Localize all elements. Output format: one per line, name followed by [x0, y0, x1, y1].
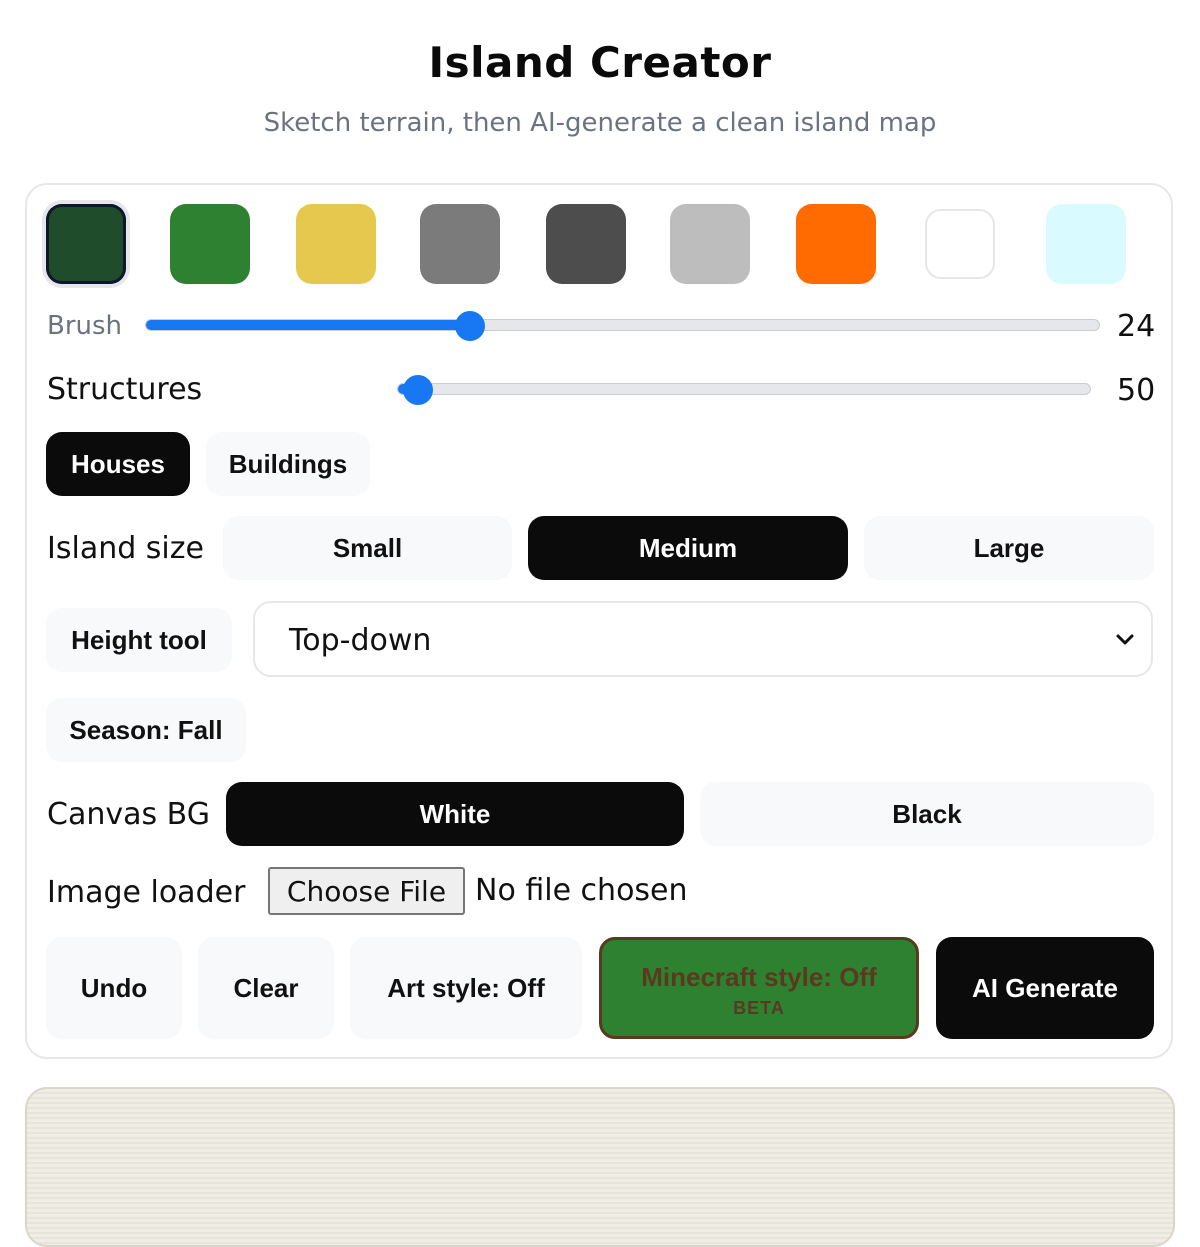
minecraft-style-label: Minecraft style: Off — [641, 962, 877, 992]
color-swatch-green[interactable] — [170, 204, 250, 284]
structures-label: Structures — [47, 372, 203, 407]
color-swatch-white[interactable] — [925, 209, 995, 279]
color-swatch-yellow[interactable] — [296, 204, 376, 284]
art-style-button[interactable]: Art style: Off — [350, 937, 582, 1039]
island-size-label: Island size — [47, 531, 204, 566]
drawing-canvas[interactable] — [25, 1087, 1175, 1247]
size-large-button[interactable]: Large — [864, 516, 1154, 580]
brush-label: Brush — [47, 311, 123, 341]
brush-slider[interactable] — [145, 319, 1100, 331]
view-mode-value: Top-down — [289, 623, 432, 658]
structures-value: 50 — [1117, 373, 1156, 408]
choose-file-button[interactable]: Choose File — [268, 867, 465, 915]
clear-button[interactable]: Clear — [198, 937, 334, 1039]
page-subtitle: Sketch terrain, then AI-generate a clean… — [263, 108, 937, 138]
canvas-bg-black-button[interactable]: Black — [700, 782, 1154, 846]
size-small-button[interactable]: Small — [223, 516, 512, 580]
color-swatch-dark-gray[interactable] — [546, 204, 626, 284]
height-tool-button[interactable]: Height tool — [46, 608, 232, 672]
season-button[interactable]: Season: Fall — [46, 698, 246, 762]
image-loader-label: Image loader — [47, 875, 246, 910]
houses-button[interactable]: Houses — [46, 432, 190, 496]
color-swatch-gray[interactable] — [420, 204, 500, 284]
brush-slider-fill — [146, 320, 471, 330]
view-mode-select[interactable]: Top-down — [253, 601, 1153, 677]
structures-slider[interactable] — [397, 383, 1091, 395]
beta-badge: BETA — [733, 998, 785, 1018]
size-medium-button[interactable]: Medium — [528, 516, 848, 580]
canvas-bg-white-button[interactable]: White — [226, 782, 684, 846]
chevron-down-icon — [1116, 634, 1134, 645]
color-swatch-light-cyan[interactable] — [1046, 204, 1126, 284]
brush-slider-thumb[interactable] — [454, 311, 485, 341]
buildings-button[interactable]: Buildings — [206, 432, 370, 496]
ai-generate-button[interactable]: AI Generate — [936, 937, 1154, 1039]
canvas-bg-label: Canvas BG — [47, 797, 210, 832]
page-title: Island Creator — [428, 38, 772, 87]
minecraft-style-button[interactable]: Minecraft style: Off BETA — [599, 937, 919, 1039]
brush-value: 24 — [1117, 309, 1156, 344]
color-swatch-dark-green[interactable] — [46, 204, 126, 284]
color-swatch-orange[interactable] — [796, 204, 876, 284]
structures-slider-thumb[interactable] — [402, 375, 433, 405]
undo-button[interactable]: Undo — [46, 937, 182, 1039]
color-swatch-light-gray[interactable] — [670, 204, 750, 284]
file-status: No file chosen — [475, 873, 688, 908]
